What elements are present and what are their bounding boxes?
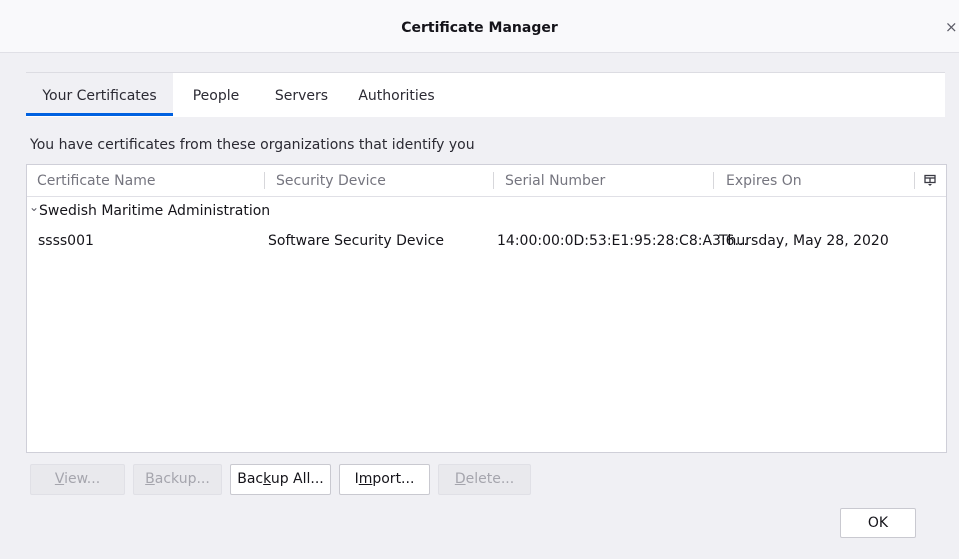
column-header-expires-on[interactable]: Expires On [726, 173, 802, 189]
access-key: V [54, 471, 65, 487]
table-header: Certificate Name Security Device Serial … [27, 165, 946, 197]
tab-label: Authorities [358, 88, 435, 104]
button-label: up All... [270, 471, 324, 487]
tab-your-certificates[interactable]: Your Certificates [26, 73, 173, 116]
organization-name: Swedish Maritime Administration [39, 203, 271, 219]
ok-button[interactable]: OK [840, 508, 916, 538]
column-splitter[interactable] [713, 172, 714, 189]
column-splitter[interactable] [264, 172, 265, 189]
access-key: B [145, 471, 155, 487]
access-key: m [358, 471, 373, 487]
tree-group-row[interactable]: ⌄ Swedish Maritime Administration [27, 199, 946, 223]
table-row[interactable]: ssss001 Software Security Device 14:00:0… [27, 229, 946, 253]
column-header-certificate-name[interactable]: Certificate Name [37, 173, 155, 189]
tab-label: People [192, 88, 240, 104]
cell-serial-number: 14:00:00:0D:53:E1:95:28:C8:A3:6... [497, 233, 748, 249]
tab-bar: Your Certificates People Servers Authori… [26, 72, 945, 117]
button-label: iew... [64, 471, 101, 487]
cell-expires-on: Thursday, May 28, 2020 [719, 233, 889, 249]
button-label: ackup... [154, 471, 210, 487]
close-icon[interactable]: × [945, 20, 959, 35]
import-button[interactable]: Import... [339, 464, 430, 495]
tab-authorities[interactable]: Authorities [344, 73, 449, 116]
button-label: Bac [237, 471, 264, 487]
title-bar: Certificate Manager × [0, 0, 959, 53]
column-splitter[interactable] [493, 172, 494, 189]
access-key: D [454, 471, 466, 487]
certificate-tree[interactable]: Certificate Name Security Device Serial … [26, 164, 947, 453]
tab-servers[interactable]: Servers [259, 73, 344, 116]
column-header-serial-number[interactable]: Serial Number [505, 173, 605, 189]
twisty-expanded-icon[interactable]: ⌄ [29, 200, 39, 214]
cell-certificate-name: ssss001 [38, 233, 94, 249]
column-header-security-device[interactable]: Security Device [276, 173, 386, 189]
tab-label: Servers [274, 88, 329, 104]
access-key: k [263, 471, 271, 487]
backup-all-button[interactable]: Backup All... [230, 464, 331, 495]
tab-label: Your Certificates [42, 88, 157, 104]
section-description: You have certificates from these organiz… [30, 137, 475, 153]
backup-button[interactable]: Backup... [133, 464, 222, 495]
column-splitter[interactable] [914, 172, 915, 189]
cell-security-device: Software Security Device [268, 233, 444, 249]
delete-button[interactable]: Delete... [438, 464, 531, 495]
button-label: elete... [465, 471, 515, 487]
column-picker-icon[interactable] [924, 174, 936, 186]
tab-people[interactable]: People [173, 73, 259, 116]
view-button[interactable]: View... [30, 464, 125, 495]
dialog-title: Certificate Manager [401, 20, 558, 36]
button-label: port... [372, 471, 415, 487]
